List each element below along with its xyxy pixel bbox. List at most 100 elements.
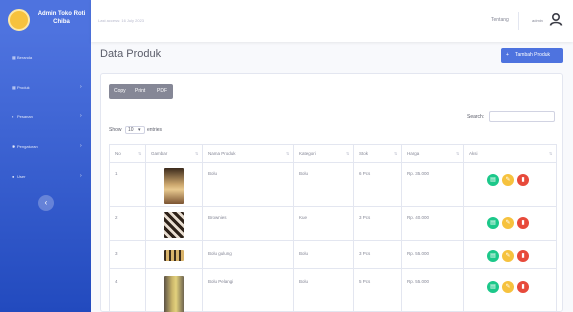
table-border — [145, 144, 146, 312]
cell-kategori: Bolu — [299, 279, 309, 284]
sort-icon: ⇅ — [195, 151, 199, 156]
sidebar: Admin Toko Roti Chiba ▦ Beranda ▦ Produk… — [0, 0, 91, 312]
user-icon: ● — [12, 174, 15, 179]
table-border — [109, 162, 556, 163]
cell-harga: Rp. 55.000 — [407, 251, 430, 256]
cell-harga: Rp. 55.000 — [407, 279, 430, 284]
view-button[interactable]: ▤ — [487, 174, 499, 186]
show-label: Show — [109, 127, 122, 133]
sort-icon: ⇅ — [346, 151, 350, 156]
column-header-gambar[interactable]: Gambar — [151, 151, 167, 156]
search-label: Search: — [467, 114, 485, 120]
product-image — [164, 168, 184, 204]
table-border — [556, 144, 557, 312]
column-header-aksi[interactable]: Aksi — [469, 151, 478, 156]
detail-icon: ▤ — [490, 177, 496, 183]
cell-no: 1 — [115, 171, 118, 176]
delete-button[interactable]: ▮ — [517, 217, 529, 229]
detail-icon: ▤ — [490, 220, 496, 226]
edit-button[interactable]: ✎ — [502, 217, 514, 229]
sidebar-item-user[interactable]: ● User › — [0, 170, 91, 182]
print-button[interactable]: Print — [135, 88, 145, 94]
last-access-text: Last access: 16 July 2023 — [98, 18, 145, 23]
table-border — [109, 144, 110, 312]
detail-icon: ▤ — [490, 284, 496, 290]
copy-button[interactable]: Copy — [114, 88, 126, 94]
trash-icon: ▮ — [521, 253, 525, 259]
table-border — [109, 206, 556, 207]
cell-harga: Rp. 40.000 — [407, 215, 430, 220]
cart-icon: ▪ — [12, 114, 14, 119]
edit-button[interactable]: ✎ — [502, 174, 514, 186]
pencil-icon: ✎ — [505, 284, 511, 290]
edit-button[interactable]: ✎ — [502, 281, 514, 293]
topbar-divider — [518, 12, 519, 30]
plus-icon: + — [506, 52, 509, 58]
sort-icon: ⇅ — [394, 151, 398, 156]
topbar: Last access: 16 July 2023 Tentang admin — [91, 0, 573, 42]
sort-icon: ⇅ — [138, 151, 142, 156]
view-button[interactable]: ▤ — [487, 250, 499, 262]
trash-icon: ▮ — [521, 177, 525, 183]
sidebar-item-label: Pengaturan — [17, 144, 38, 149]
sidebar-item-pesanan[interactable]: ▪ Pesanan › — [0, 110, 91, 122]
entries-label: entries — [147, 127, 163, 133]
sidebar-item-beranda[interactable]: ▦ Beranda — [0, 51, 91, 63]
sidebar-item-pengaturan[interactable]: ✱ Pengaturan › — [0, 140, 91, 152]
entries-select[interactable]: 10 ▾ — [125, 126, 145, 134]
sidebar-item-label: User — [17, 174, 26, 179]
column-header-harga[interactable]: Harga — [407, 151, 419, 156]
sidebar-item-label: Beranda — [17, 55, 33, 60]
cell-stok: 3 Pcs — [359, 251, 371, 256]
sort-icon: ⇅ — [286, 151, 290, 156]
page-title: Data Produk — [100, 48, 162, 60]
trash-icon: ▮ — [521, 220, 525, 226]
pencil-icon: ✎ — [505, 220, 511, 226]
column-header-nama-produk[interactable]: Nama Produk — [208, 151, 236, 156]
cell-kategori: Bolu — [299, 251, 309, 256]
sidebar-item-produk[interactable]: ▦ Produk › — [0, 81, 91, 93]
cell-kategori: Bolu — [299, 171, 309, 176]
delete-button[interactable]: ▮ — [517, 281, 529, 293]
column-header-stok[interactable]: Stok — [359, 151, 368, 156]
table-border — [293, 144, 294, 312]
entries-value: 10 — [128, 127, 134, 133]
sidebar-item-label: Pesanan — [17, 114, 33, 119]
gear-icon: ✱ — [12, 144, 16, 149]
table-border — [401, 144, 402, 312]
sidebar-toggle-button[interactable]: ‹ — [38, 195, 54, 211]
cell-no: 2 — [115, 215, 118, 220]
pencil-icon: ✎ — [505, 253, 511, 259]
cell-stok: 3 Pcs — [359, 215, 371, 220]
about-link[interactable]: Tentang — [491, 17, 509, 23]
table-border — [353, 144, 354, 312]
brand[interactable]: Admin Toko Roti Chiba — [0, 0, 91, 42]
export-button-group: Copy Print PDF — [109, 84, 173, 99]
edit-button[interactable]: ✎ — [502, 250, 514, 262]
view-button[interactable]: ▤ — [487, 281, 499, 293]
view-button[interactable]: ▤ — [487, 217, 499, 229]
cell-harga: Rp. 35.000 — [407, 171, 430, 176]
sort-icon: ⇅ — [456, 151, 460, 156]
delete-button[interactable]: ▮ — [517, 250, 529, 262]
brand-logo — [8, 9, 30, 31]
search-input[interactable] — [489, 111, 555, 122]
table-border — [109, 268, 556, 269]
cell-no: 4 — [115, 279, 118, 284]
add-product-button[interactable]: + Tambah Produk — [501, 48, 563, 63]
chevron-left-icon: ‹ — [44, 198, 48, 207]
user-name[interactable]: admin — [532, 18, 543, 23]
cell-nama: Bolu Pelangi — [208, 279, 234, 284]
cell-stok: 6 Pcs — [359, 171, 371, 176]
delete-button[interactable]: ▮ — [517, 174, 529, 186]
user-avatar-icon[interactable] — [549, 12, 563, 26]
column-header-kategori[interactable]: Kategori — [299, 151, 316, 156]
cell-nama: Brownies — [208, 215, 227, 220]
pencil-icon: ✎ — [505, 177, 511, 183]
chevron-right-icon: › — [80, 143, 82, 149]
chevron-right-icon: › — [80, 173, 82, 179]
pdf-button[interactable]: PDF — [157, 88, 167, 94]
box-icon: ▦ — [12, 85, 16, 90]
trash-icon: ▮ — [521, 284, 525, 290]
column-header-no[interactable]: No — [115, 151, 121, 156]
